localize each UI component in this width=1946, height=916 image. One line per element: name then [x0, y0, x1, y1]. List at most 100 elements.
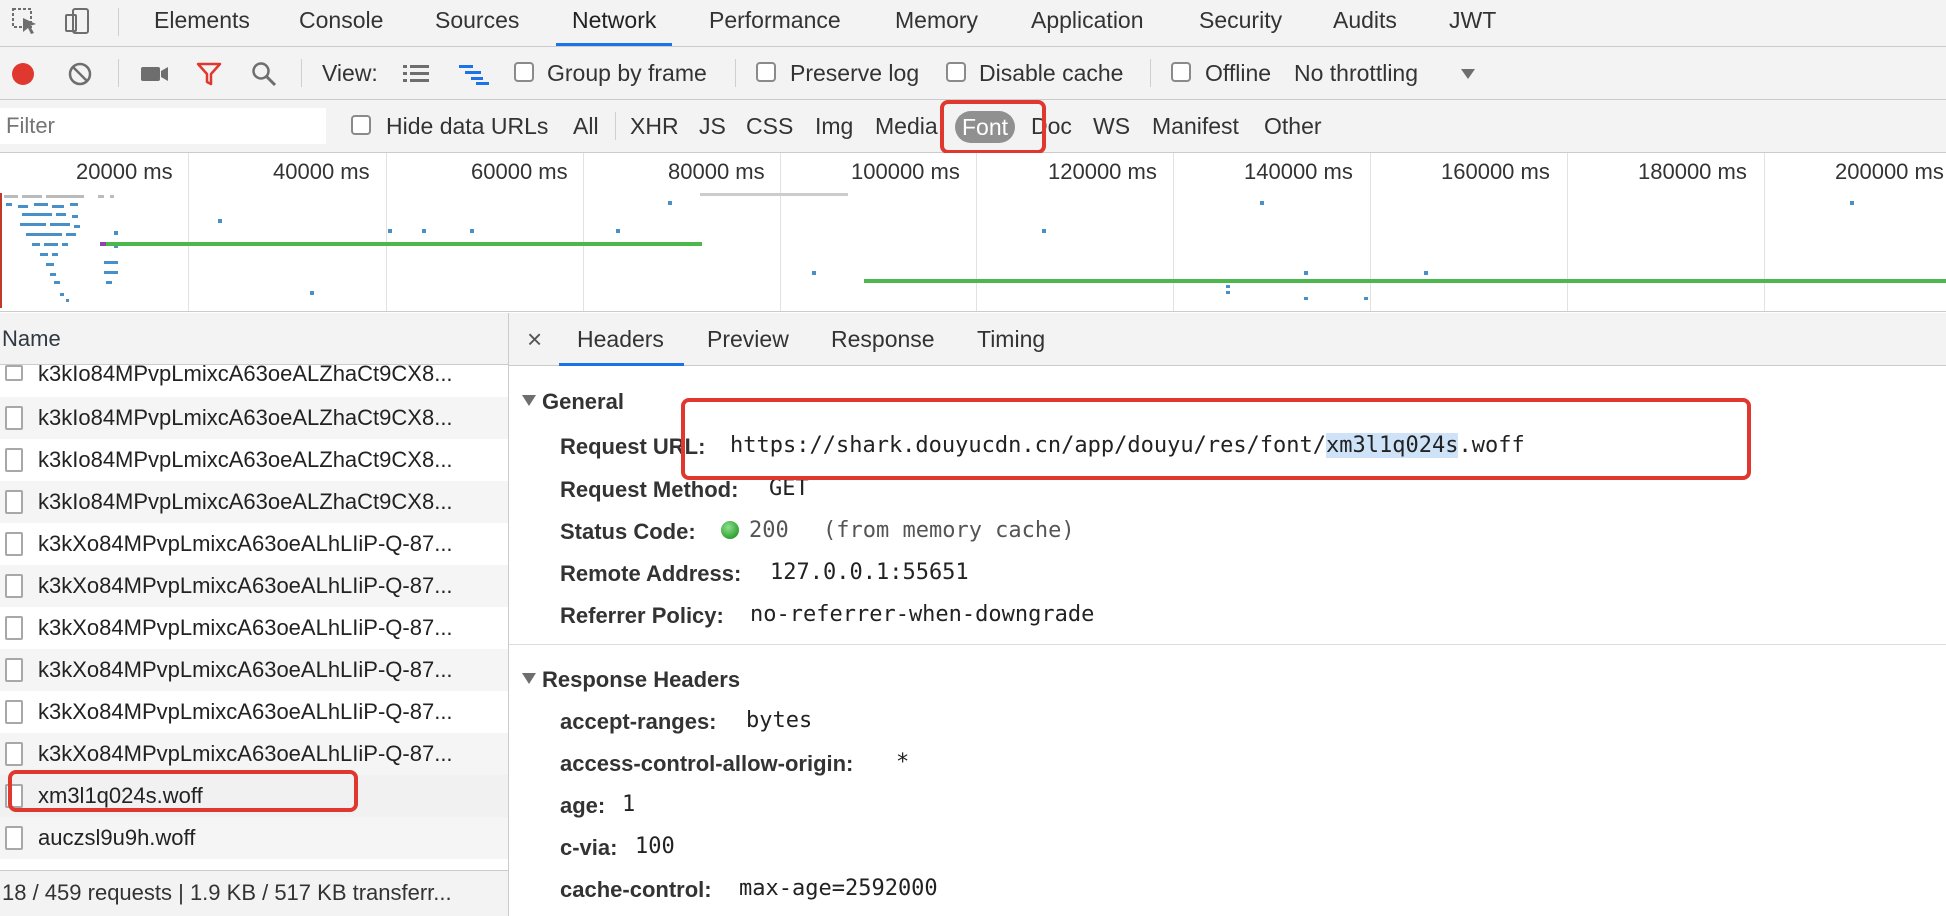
- type-filter-media[interactable]: Media: [875, 100, 938, 152]
- general-section-title[interactable]: General: [542, 389, 624, 415]
- tab-jwt[interactable]: JWT: [1449, 0, 1496, 46]
- large-rows-icon[interactable]: [402, 63, 430, 85]
- response-header-key: cache-control:: [560, 877, 712, 902]
- search-icon[interactable]: [251, 61, 277, 87]
- referrer-policy-value: no-referrer-when-downgrade: [750, 602, 1095, 627]
- request-name: k3kXo84MPvpLmixcA63oeALhLIiP-Q-87...: [38, 531, 453, 556]
- record-icon[interactable]: [10, 61, 36, 87]
- waterfall-overview-icon[interactable]: [458, 63, 490, 85]
- tab-audits[interactable]: Audits: [1333, 0, 1397, 46]
- file-icon: [5, 700, 23, 724]
- disable-cache-label: Disable cache: [979, 60, 1124, 86]
- type-filter-ws[interactable]: WS: [1093, 100, 1130, 152]
- request-list: Name k3kIo84MPvpLmixcA63oeALZhaCt9CX8...…: [0, 313, 509, 916]
- collapse-triangle-icon[interactable]: [522, 673, 536, 684]
- tab-performance[interactable]: Performance: [709, 0, 841, 46]
- status-ok-dot-icon: [720, 520, 740, 540]
- table-row[interactable]: k3kXo84MPvpLmixcA63oeALhLIiP-Q-87...: [0, 733, 508, 775]
- request-name: auczsl9u9h.woff: [38, 825, 196, 850]
- tab-network[interactable]: Network: [555, 0, 673, 46]
- tab-memory[interactable]: Memory: [895, 0, 978, 46]
- dropdown-arrow-icon[interactable]: [1460, 67, 1476, 81]
- request-summary: 18 / 459 requests | 1.9 KB / 517 KB tran…: [0, 870, 508, 916]
- preserve-log-label: Preserve log: [790, 60, 920, 86]
- file-icon: [5, 448, 23, 472]
- remote-address-value: 127.0.0.1:55651: [770, 560, 969, 585]
- devtools-tab-bar: Elements Console Sources Network Perform…: [0, 0, 1946, 47]
- type-filter-xhr[interactable]: XHR: [630, 100, 679, 152]
- detail-tab-preview[interactable]: Preview: [707, 313, 789, 365]
- response-header-key: access-control-allow-origin:: [560, 751, 854, 776]
- type-filter-js[interactable]: JS: [699, 100, 726, 152]
- screenshot-camera-icon[interactable]: [140, 62, 170, 86]
- clear-icon[interactable]: [68, 62, 92, 86]
- detail-tab-headers[interactable]: Headers: [559, 313, 684, 366]
- response-header-key: age:: [560, 793, 606, 818]
- table-row[interactable]: k3kXo84MPvpLmixcA63oeALhLIiP-Q-87...: [0, 691, 508, 733]
- response-headers-section-title[interactable]: Response Headers: [542, 667, 740, 693]
- detail-tab-timing[interactable]: Timing: [977, 313, 1045, 365]
- tab-sources[interactable]: Sources: [435, 0, 519, 46]
- device-toolbar-icon[interactable]: [62, 6, 92, 36]
- status-code-value: 200: [749, 518, 789, 543]
- font-filter-highlight: [940, 100, 1046, 154]
- table-row[interactable]: k3kXo84MPvpLmixcA63oeALhLIiP-Q-87...: [0, 523, 508, 565]
- table-row[interactable]: k3kIo84MPvpLmixcA63oeALZhaCt9CX8...: [0, 365, 508, 397]
- tab-security[interactable]: Security: [1199, 0, 1282, 46]
- tab-elements[interactable]: Elements: [154, 0, 250, 46]
- name-column-header[interactable]: Name: [0, 313, 508, 365]
- file-icon: [5, 574, 23, 598]
- type-filter-all[interactable]: All: [573, 100, 599, 152]
- file-icon: [5, 406, 23, 430]
- table-row[interactable]: k3kXo84MPvpLmixcA63oeALhLIiP-Q-87...: [0, 649, 508, 691]
- timeline-waterfall: [0, 193, 1946, 308]
- disable-cache-checkbox[interactable]: [946, 62, 966, 82]
- view-label: View:: [322, 60, 378, 86]
- response-header-key: c-via:: [560, 835, 618, 860]
- table-row[interactable]: k3kIo84MPvpLmixcA63oeALZhaCt9CX8...: [0, 397, 508, 439]
- type-filter-css[interactable]: CSS: [746, 100, 793, 152]
- table-row[interactable]: k3kXo84MPvpLmixcA63oeALhLIiP-Q-87...: [0, 565, 508, 607]
- file-icon: [5, 616, 23, 640]
- close-icon[interactable]: ×: [527, 313, 542, 365]
- tab-application[interactable]: Application: [1031, 0, 1144, 46]
- group-by-frame-label: Group by frame: [547, 60, 707, 86]
- type-filter-manifest[interactable]: Manifest: [1152, 100, 1239, 152]
- file-icon: [5, 826, 23, 850]
- request-name: k3kXo84MPvpLmixcA63oeALhLIiP-Q-87...: [38, 615, 453, 640]
- filter-input[interactable]: [0, 108, 326, 144]
- filter-funnel-icon[interactable]: [196, 61, 222, 87]
- referrer-policy-key: Referrer Policy:: [560, 603, 724, 628]
- response-header-value: bytes: [746, 708, 813, 733]
- table-row[interactable]: k3kIo84MPvpLmixcA63oeALZhaCt9CX8...: [0, 481, 508, 523]
- preserve-log-checkbox[interactable]: [756, 62, 776, 82]
- timeline-overview[interactable]: 20000 ms 40000 ms 60000 ms 80000 ms 1000…: [0, 153, 1946, 312]
- group-by-frame-checkbox[interactable]: [514, 62, 534, 82]
- detail-tab-response[interactable]: Response: [831, 313, 935, 365]
- response-header-value: 100: [635, 834, 675, 859]
- table-row[interactable]: k3kXo84MPvpLmixcA63oeALhLIiP-Q-87...: [0, 607, 508, 649]
- type-filter-img[interactable]: Img: [815, 100, 853, 152]
- request-method-key: Request Method:: [560, 477, 739, 502]
- remote-address-key: Remote Address:: [560, 561, 742, 586]
- name-column-label: Name: [2, 326, 61, 351]
- file-icon: [5, 532, 23, 556]
- request-detail-pane: × Headers Preview Response Timing Genera…: [509, 313, 1946, 916]
- hide-data-urls-label: Hide data URLs: [386, 113, 549, 139]
- hide-data-urls-checkbox[interactable]: [351, 115, 371, 135]
- inspect-element-icon[interactable]: [10, 6, 40, 36]
- table-row[interactable]: k3kIo84MPvpLmixcA63oeALZhaCt9CX8...: [0, 439, 508, 481]
- request-name: k3kXo84MPvpLmixcA63oeALhLIiP-Q-87...: [38, 741, 453, 766]
- tab-console[interactable]: Console: [299, 0, 383, 46]
- throttling-select[interactable]: No throttling: [1294, 47, 1418, 99]
- summary-text: 18 / 459 requests | 1.9 KB / 517 KB tran…: [2, 880, 452, 905]
- response-header-value: max-age=2592000: [739, 876, 938, 901]
- type-filter-other[interactable]: Other: [1264, 100, 1322, 152]
- response-header-value: 1: [622, 792, 636, 817]
- table-row[interactable]: auczsl9u9h.woff: [0, 817, 508, 859]
- request-name: k3kXo84MPvpLmixcA63oeALhLIiP-Q-87...: [38, 657, 453, 682]
- collapse-triangle-icon[interactable]: [522, 395, 536, 406]
- offline-checkbox[interactable]: [1171, 62, 1191, 82]
- file-icon: [5, 365, 23, 381]
- filter-bar: Hide data URLs All XHR JS CSS Img Media …: [0, 100, 1946, 154]
